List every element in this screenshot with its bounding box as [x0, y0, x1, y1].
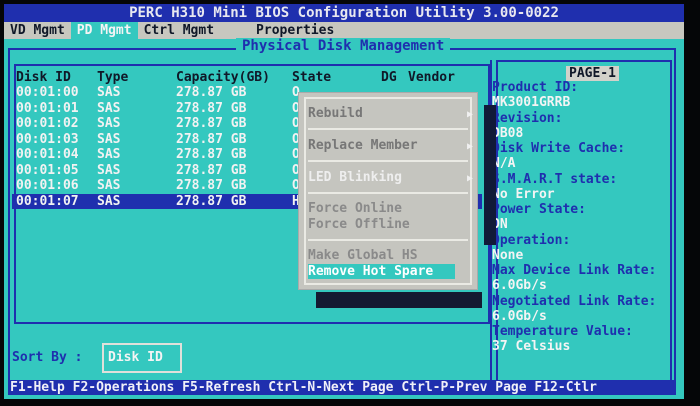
col-vendor: Vendor	[408, 70, 455, 85]
cell-id: 00:01:03	[16, 131, 79, 147]
menu-make-global-hs[interactable]: Make Global HS	[308, 248, 418, 263]
help-footer: F1-Help F2-Operations F5-Refresh Ctrl-N-…	[8, 380, 676, 395]
menu-shadow	[484, 105, 496, 245]
cell-cap: 278.87 GB	[176, 147, 247, 162]
cell-type: SAS	[97, 116, 121, 131]
info-value: 6.0Gb/s	[492, 278, 547, 293]
info-label: Max Device Link Rate:	[492, 263, 657, 278]
cell-type: SAS	[97, 147, 121, 162]
tab-bar: VD Mgmt PD Mgmt Ctrl Mgmt Properties	[4, 22, 684, 39]
title-bar: PERC H310 Mini BIOS Configuration Utilit…	[4, 4, 684, 22]
info-value: No Error	[492, 186, 555, 202]
col-disk-id: Disk ID	[16, 70, 71, 85]
cell-type: SAS	[97, 162, 121, 178]
col-capacity: Capacity(GB)	[176, 70, 270, 85]
info-label: Revision:	[492, 110, 563, 126]
col-dg: DG	[381, 70, 397, 85]
tab-properties[interactable]: Properties	[250, 22, 340, 39]
info-value: 6.0Gb/s	[492, 308, 547, 324]
info-label: Power State:	[492, 202, 586, 217]
cell-type: SAS	[97, 193, 121, 209]
cell-id: 00:01:07	[16, 193, 79, 209]
info-label: S.M.A.R.T state:	[492, 171, 618, 187]
section-title: Physical Disk Management	[236, 38, 451, 54]
cell-cap: 278.87 GB	[176, 193, 247, 209]
info-value: 37 Celsius	[492, 339, 571, 354]
menu-force-offline[interactable]: Force Offline	[308, 217, 410, 232]
submenu-arrow-icon: ▶	[467, 109, 474, 120]
info-value: None	[492, 247, 524, 263]
col-state: State	[292, 70, 332, 85]
cell-id: 00:01:01	[16, 100, 79, 116]
tab-pd-mgmt[interactable]: PD Mgmt	[70, 22, 138, 39]
cell-id: 00:01:06	[16, 178, 79, 193]
sort-by-button[interactable]: Disk ID	[102, 343, 182, 373]
cell-id: 00:01:02	[16, 116, 79, 131]
info-label: Product ID:	[492, 80, 579, 95]
menu-replace-member[interactable]: Replace Member	[308, 138, 418, 153]
menu-shadow	[316, 292, 482, 308]
col-type: Type	[97, 70, 129, 85]
cell-cap: 278.87 GB	[176, 162, 247, 178]
menu-remove-hot-spare[interactable]: Remove Hot Spare	[308, 264, 455, 279]
cell-cap: 278.87 GB	[176, 85, 247, 100]
cell-type: SAS	[97, 85, 121, 100]
cell-id: 00:01:04	[16, 147, 79, 162]
info-value: DB08	[492, 125, 524, 141]
info-label: Disk Write Cache:	[492, 141, 626, 156]
cell-cap: 278.87 GB	[176, 178, 247, 193]
cell-cap: 278.87 GB	[176, 116, 247, 131]
menu-force-online[interactable]: Force Online	[308, 201, 402, 216]
info-value: MK3001GRRB	[492, 95, 571, 110]
cell-cap: 278.87 GB	[176, 100, 247, 116]
page-indicator: PAGE-1	[566, 66, 619, 81]
submenu-arrow-icon: ▶	[467, 141, 474, 152]
tab-ctrl-mgmt[interactable]: Ctrl Mgmt	[138, 22, 220, 39]
cell-cap: 278.87 GB	[176, 131, 247, 147]
menu-rebuild[interactable]: Rebuild	[308, 106, 363, 121]
operations-menu: Rebuild ▶ Replace Member ▶ LED Blinking …	[298, 92, 478, 290]
cell-type: SAS	[97, 131, 121, 147]
menu-led-blinking[interactable]: LED Blinking	[308, 170, 402, 185]
info-label: Negotiated Link Rate:	[492, 293, 657, 309]
cell-type: SAS	[97, 100, 121, 116]
info-label: Operation:	[492, 232, 571, 248]
info-label: Temperature Value:	[492, 324, 633, 339]
tab-vd-mgmt[interactable]: VD Mgmt	[4, 22, 71, 39]
submenu-arrow-icon: ▶	[467, 173, 474, 184]
cell-type: SAS	[97, 178, 121, 193]
sort-label: Sort By :	[12, 350, 83, 365]
cell-id: 00:01:00	[16, 85, 79, 100]
cell-id: 00:01:05	[16, 162, 79, 178]
